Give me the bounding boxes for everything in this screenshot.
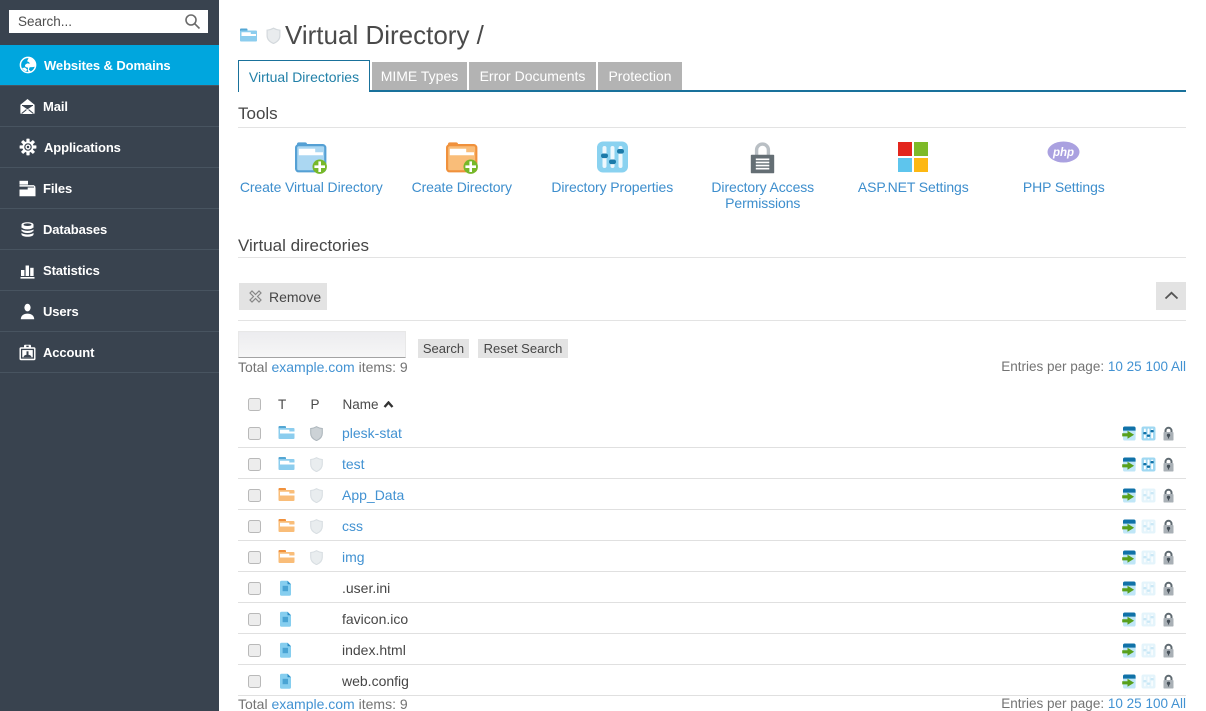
svg-text:php: php xyxy=(1052,147,1074,159)
